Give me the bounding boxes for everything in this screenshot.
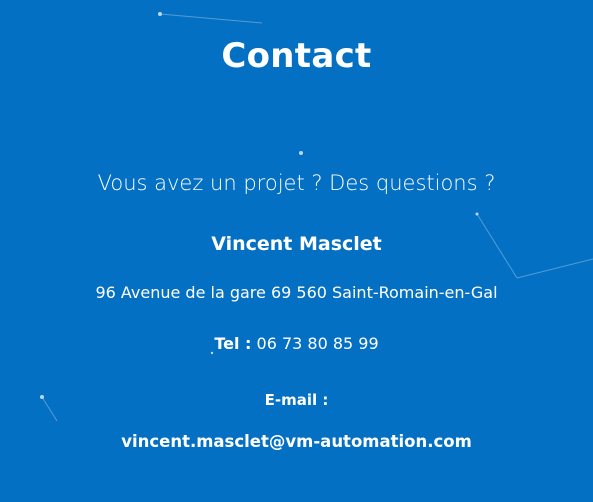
contact-address: 96 Avenue de la gare 69 560 Saint-Romain…	[95, 283, 498, 302]
contact-name: Vincent Masclet	[211, 233, 382, 255]
email-link[interactable]: vincent.masclet@vm-automation.com	[0, 432, 593, 451]
phone-label: Tel :	[214, 334, 252, 353]
contact-subtitle: Vous avez un projet ? Des questions ?	[97, 171, 496, 195]
email-label: E-mail :	[264, 391, 329, 409]
contact-section: Contact Vous avez un projet ? Des questi…	[0, 0, 593, 502]
contact-phone: Tel : 06 73 80 85 99	[0, 334, 593, 353]
page-title: Contact	[221, 36, 372, 76]
phone-number[interactable]: 06 73 80 85 99	[257, 334, 379, 353]
